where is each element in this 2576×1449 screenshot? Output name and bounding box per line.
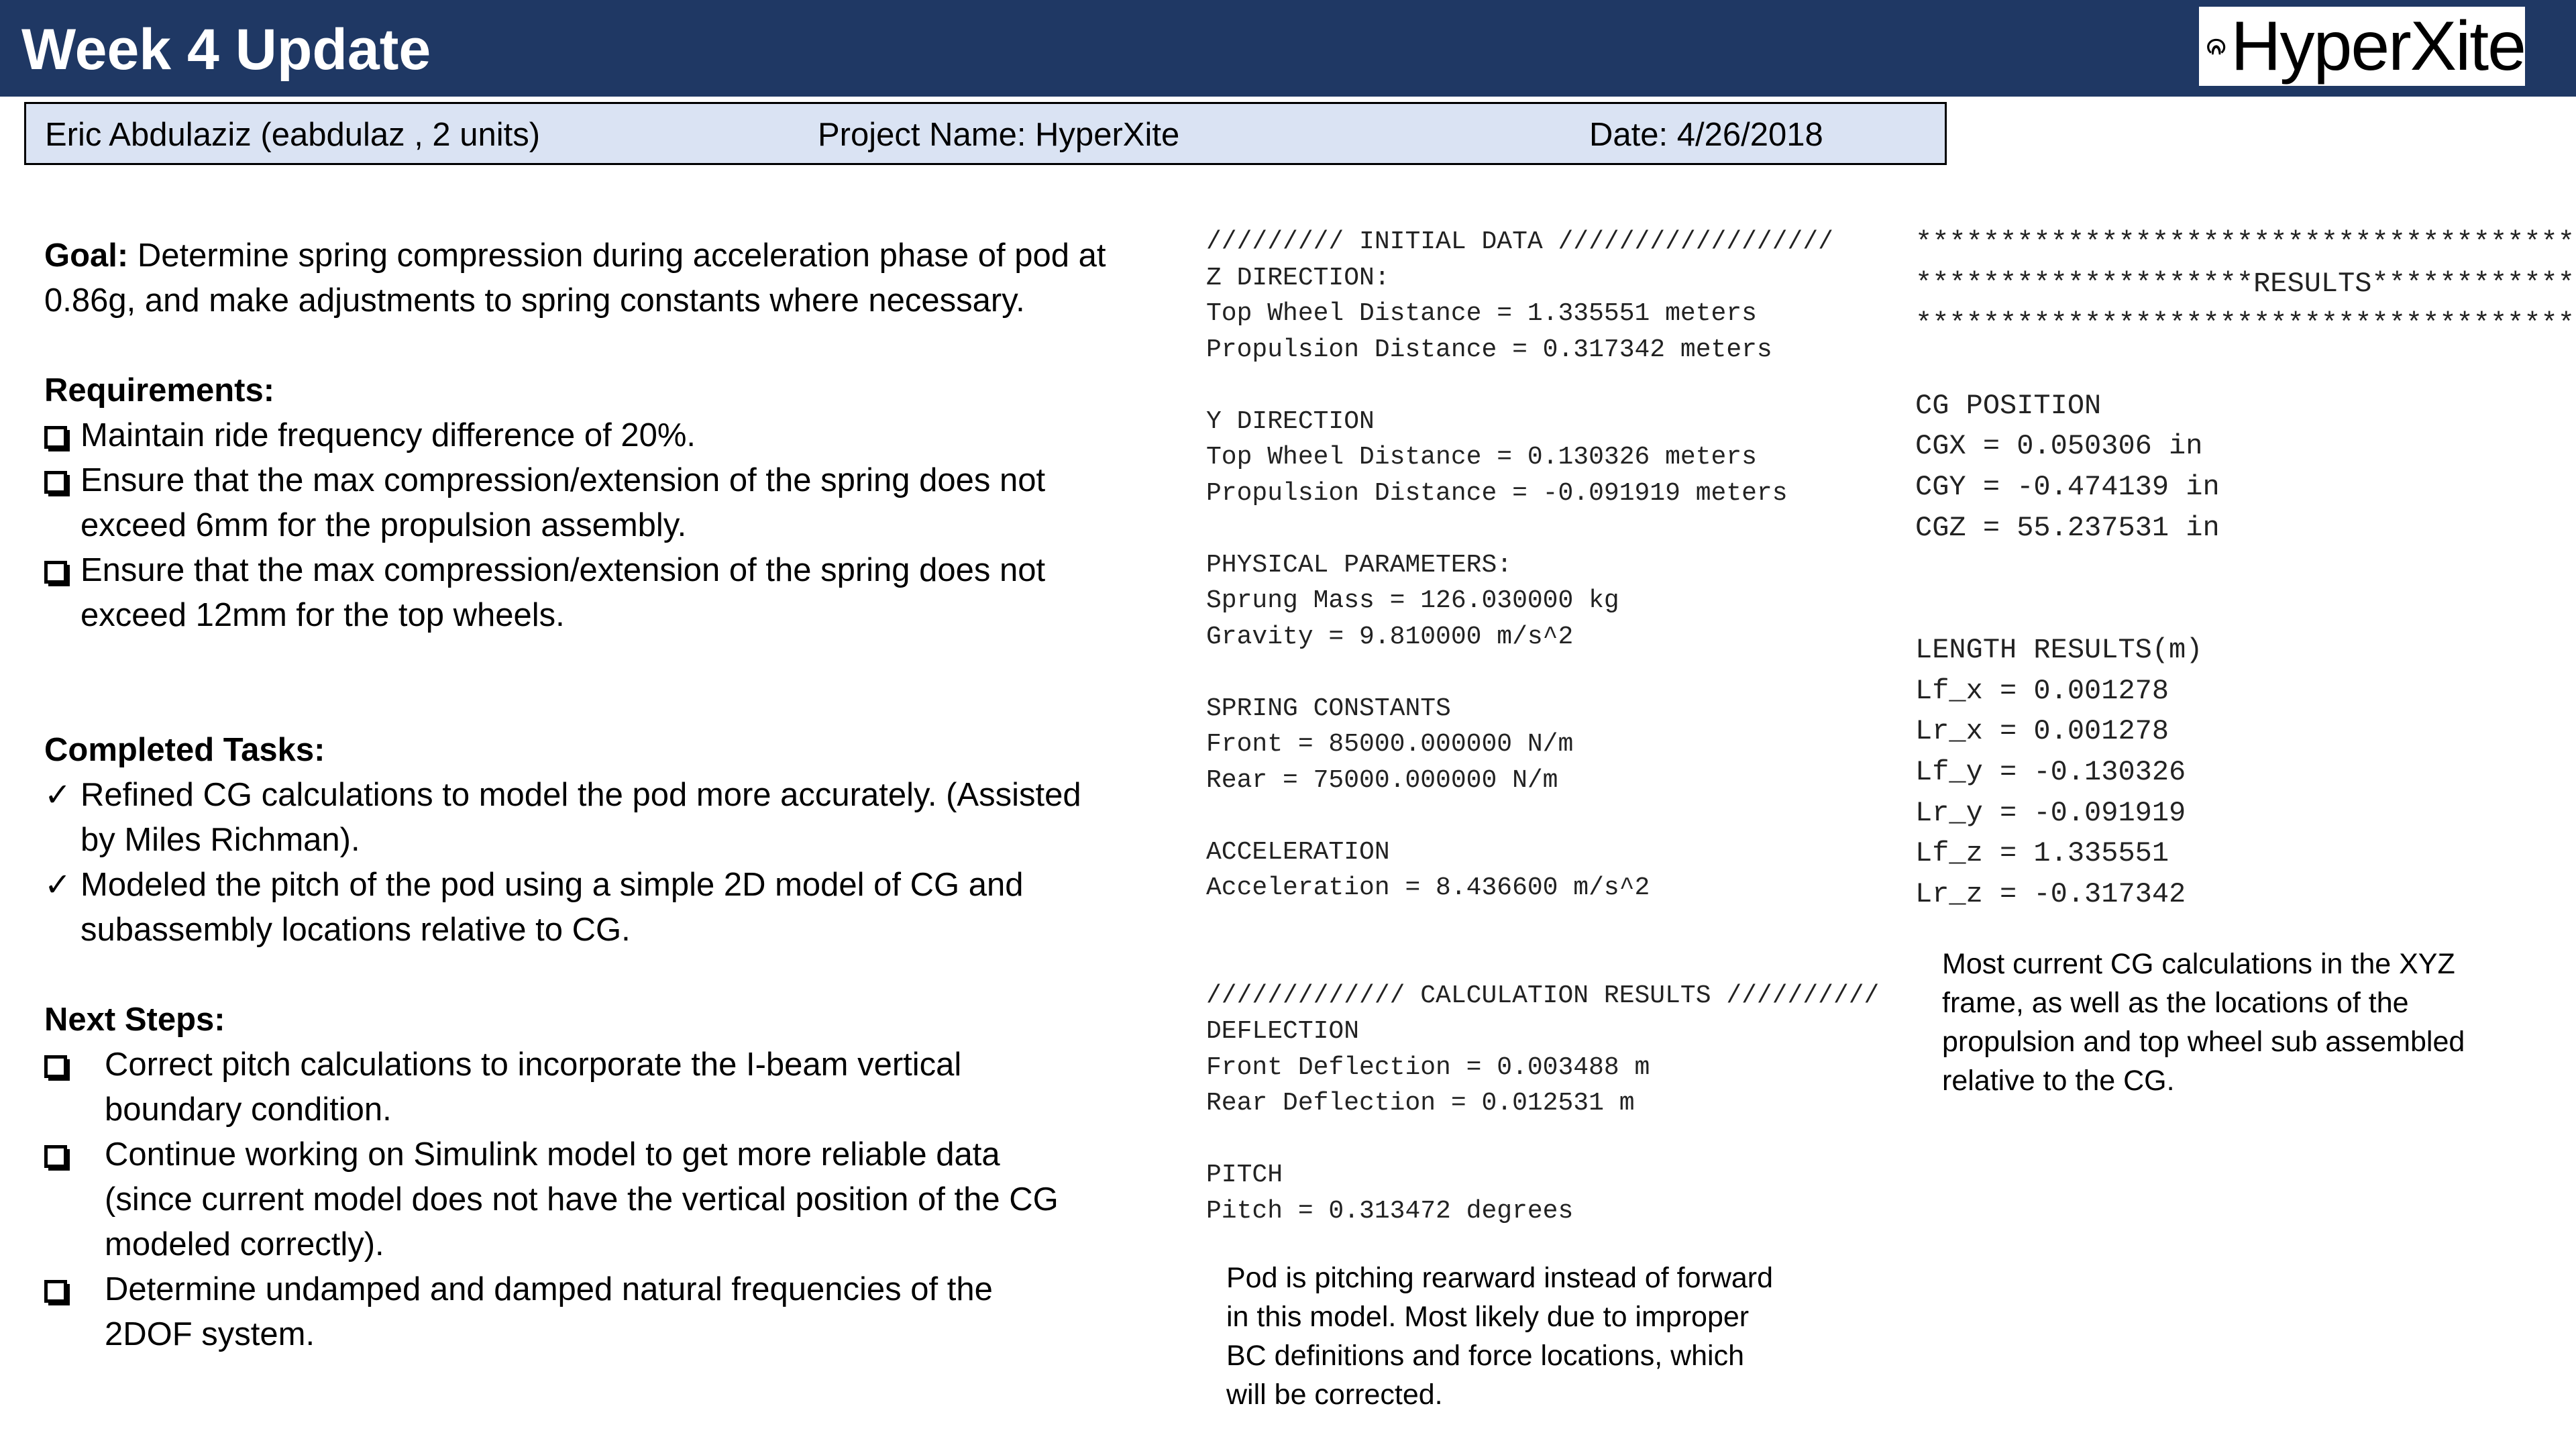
note-line: frame, as well as the locations of the [1942,987,2409,1019]
completed-tasks-heading: Completed Tasks: [44,732,325,768]
output-line: Propulsion Distance = -0.091919 meters [1206,478,1788,508]
checkmark-icon: ✓ [44,866,72,904]
checkmark-icon: ✓ [44,776,72,814]
completed-task-item: ✓ Modeled the pitch of the pod using a s… [44,863,1185,953]
requirements-heading: Requirements: [44,372,275,409]
checkbox-icon [44,413,67,458]
output-line: CGX = 0.050306 in [1915,430,2203,463]
page-title: Week 4 Update [21,17,431,82]
goal-text-2: 0.86g, and make adjustments to spring co… [44,282,1025,319]
output-line: ///////// INITIAL DATA /////////////////… [1206,227,1833,256]
requirement-item: Maintain ride frequency difference of 20… [44,413,1185,458]
goal-paragraph: Goal: Determine spring compression durin… [44,233,1185,278]
left-column: Goal: Determine spring compression durin… [44,233,1185,1357]
note-line: relative to the CG. [1942,1065,2175,1097]
output-line: CGY = -0.474139 in [1915,471,2220,504]
output-line: ********************RESULTS************* [1915,267,2576,300]
output-line: CG POSITION [1915,389,2102,422]
output-line: Rear Deflection = 0.012531 m [1206,1089,1635,1118]
output-line: PHYSICAL PARAMETERS: [1206,550,1513,580]
output-line: **************************************** [1915,308,2576,341]
checkbox-icon [44,1042,67,1087]
checkbox-icon [44,458,67,503]
requirement-item: Ensure that the max compression/extensio… [44,458,1185,548]
output-line: Lr_y = -0.091919 [1915,796,2186,829]
logo-text: HyperXite [2231,7,2526,85]
output-line: Acceleration = 8.436600 m/s^2 [1206,873,1650,902]
output-line: Lr_x = 0.001278 [1915,715,2169,748]
output-line: SPRING CONSTANTS [1206,694,1451,723]
output-line: Gravity = 9.810000 m/s^2 [1206,622,1574,651]
output-line: ///////////// CALCULATION RESULTS //////… [1206,981,1880,1010]
student-name: Eric Abdulaziz (eabdulaz , 2 units) [45,117,541,153]
note-line: in this model. Most likely due to improp… [1226,1301,1750,1333]
output-line: Sprung Mass = 126.030000 kg [1206,586,1619,615]
checkbox-icon [44,1132,67,1177]
output-line: Top Wheel Distance = 1.335551 meters [1206,299,1757,328]
note-line: BC definitions and force locations, whic… [1226,1340,1745,1372]
note-line: Most current CG calculations in the XYZ [1942,948,2455,980]
output-line: Lf_x = 0.001278 [1915,674,2169,707]
output-line: Top Wheel Distance = 0.130326 meters [1206,443,1757,472]
output-line: Y DIRECTION [1206,407,1375,436]
next-steps-heading: Next Steps: [44,1002,225,1038]
pitch-note: Pod is pitching rearward instead of forw… [1226,1258,1830,1414]
next-step-item: Continue working on Simulink model to ge… [44,1132,1185,1267]
completed-task-item: ✓ Refined CG calculations to model the p… [44,773,1185,863]
output-line: Propulsion Distance = 0.317342 meters [1206,335,1772,364]
checkbox-icon [44,548,67,593]
project-name: Project Name: HyperXite [818,117,1180,153]
note-line: will be corrected. [1226,1379,1443,1411]
output-line: ACCELERATION [1206,837,1390,867]
checkbox-icon [44,1267,67,1312]
requirement-item: Ensure that the max compression/extensio… [44,548,1185,638]
cg-note: Most current CG calculations in the XYZ f… [1942,945,2546,1100]
output-line: DEFLECTION [1206,1017,1360,1046]
next-step-item: Correct pitch calculations to incorporat… [44,1042,1185,1132]
output-line: PITCH [1206,1161,1283,1189]
output-line: CGZ = 55.237531 in [1915,511,2220,544]
output-line: LENGTH RESULTS(m) [1915,633,2203,666]
note-line: Pod is pitching rearward instead of forw… [1226,1262,1774,1294]
goal-label: Goal: [44,237,129,274]
next-step-item: Determine undamped and damped natural fr… [44,1267,1185,1357]
output-line: **************************************** [1915,227,2576,259]
output-line: Rear = 75000.000000 N/m [1206,765,1558,795]
report-date: Date: 4/26/2018 [1589,117,1823,153]
output-line: Z DIRECTION: [1206,263,1390,292]
title-bar: Week 4 Update HyperXite [0,0,2576,97]
output-line: Front Deflection = 0.003488 m [1206,1053,1650,1082]
hyperxite-logo: HyperXite [2199,7,2526,86]
output-line: Front = 85000.000000 N/m [1206,730,1574,759]
output-line: Lf_y = -0.130326 [1915,755,2186,788]
output-line: Lr_z = -0.317342 [1915,878,2186,910]
info-bar: Eric Abdulaziz (eabdulaz , 2 units) Proj… [24,102,1947,165]
matlab-output-results: ****************************************… [1915,223,2576,915]
goal-text: Determine spring compression during acce… [128,237,1106,274]
output-line: Pitch = 0.313472 degrees [1206,1196,1574,1226]
matlab-output-initial-data: ///////// INITIAL DATA /////////////////… [1206,224,1879,1229]
hyperxite-logo-icon [2207,38,2226,55]
output-line: Lf_z = 1.335551 [1915,837,2169,870]
note-line: propulsion and top wheel sub assembled [1942,1026,2465,1058]
